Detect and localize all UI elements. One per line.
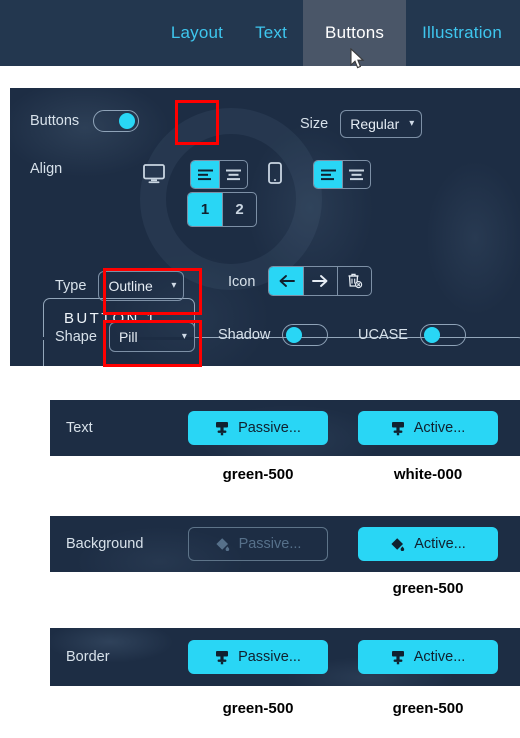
icon-label: Icon bbox=[228, 274, 256, 290]
background-active-color-button[interactable]: Active... bbox=[358, 527, 498, 561]
ucase-label: UCASE bbox=[358, 327, 408, 343]
arrow-right-icon bbox=[312, 275, 328, 287]
nav-tab-text[interactable]: Text bbox=[239, 0, 303, 66]
border-active-color-button[interactable]: Active... bbox=[358, 640, 498, 674]
type-label: Type bbox=[55, 278, 87, 294]
button-count-tab-label: 1 bbox=[200, 201, 210, 218]
mobile-align-center-button[interactable] bbox=[342, 161, 370, 188]
text-active-color-button[interactable]: Active... bbox=[358, 411, 498, 445]
color-button-label: Active... bbox=[413, 420, 466, 436]
shadow-row: Shadow bbox=[218, 324, 329, 346]
size-select[interactable]: Regular ▾ bbox=[340, 110, 423, 138]
button-count-tab-2[interactable]: 2 bbox=[222, 193, 256, 226]
ucase-toggle[interactable] bbox=[419, 324, 466, 346]
ucase-row: UCASE bbox=[358, 324, 466, 346]
nav-tab-layout[interactable]: Layout bbox=[155, 0, 239, 66]
text-active-color-caption: white-000 bbox=[393, 466, 463, 483]
nav-tab-label: Buttons bbox=[325, 23, 385, 42]
text-passive-color-button[interactable]: Passive... bbox=[188, 411, 328, 445]
chevron-down-icon: ▾ bbox=[171, 280, 177, 291]
nav-tab-label: Text bbox=[255, 23, 288, 42]
paint-bucket-icon bbox=[215, 537, 230, 551]
background-active-color-caption: green-500 bbox=[392, 580, 464, 597]
type-row: Type Outline ▾ bbox=[55, 271, 185, 301]
nav-tab-label: Illustration bbox=[422, 23, 502, 42]
color-button-label: Active... bbox=[414, 536, 466, 552]
mobile-align-group bbox=[313, 160, 371, 189]
type-select-value: Outline bbox=[108, 278, 153, 294]
trash-remove-icon bbox=[348, 273, 363, 289]
color-row-background: Background Passive... Active... bbox=[50, 516, 520, 572]
button-count-tabs: 1 2 bbox=[187, 192, 257, 227]
toggle-knob bbox=[286, 327, 303, 343]
align-center-icon bbox=[349, 169, 364, 180]
mobile-align-left-button[interactable] bbox=[314, 161, 342, 188]
buttons-settings-panel: Buttons 1 2 Size Regular ▾ Align BUTTON … bbox=[10, 88, 520, 366]
shape-select-value: Pill bbox=[118, 329, 138, 345]
desktop-align-group bbox=[190, 160, 248, 189]
buttons-toggle[interactable] bbox=[93, 110, 140, 132]
buttons-label: Buttons bbox=[30, 113, 80, 129]
toggle-knob bbox=[423, 327, 440, 343]
shadow-label: Shadow bbox=[218, 327, 271, 343]
chevron-down-icon: ▾ bbox=[181, 331, 187, 342]
desktop-align-left-button[interactable] bbox=[191, 161, 219, 188]
nav-tab-buttons[interactable]: Buttons bbox=[303, 0, 407, 66]
color-row-label: Background bbox=[66, 536, 144, 552]
paint-brush-icon bbox=[215, 421, 229, 436]
size-label: Size bbox=[300, 116, 329, 132]
shadow-toggle[interactable] bbox=[282, 324, 329, 346]
chevron-down-icon: ▾ bbox=[409, 118, 415, 129]
color-row-border: Border Passive... Active... bbox=[50, 628, 520, 686]
border-passive-color-button[interactable]: Passive... bbox=[188, 640, 328, 674]
size-select-value: Regular bbox=[350, 116, 400, 132]
buttons-enable-row: Buttons bbox=[30, 110, 140, 132]
align-label: Align bbox=[30, 161, 63, 177]
top-navigation: Layout Text Buttons Illustration bbox=[0, 0, 520, 66]
type-select[interactable]: Outline ▾ bbox=[98, 271, 185, 301]
color-button-label: Passive... bbox=[238, 536, 302, 552]
icon-option-arrow-right[interactable] bbox=[303, 267, 337, 295]
color-button-label: Active... bbox=[413, 649, 466, 665]
paint-brush-icon bbox=[215, 650, 229, 665]
text-passive-color-caption: green-500 bbox=[222, 466, 294, 483]
align-row: Align bbox=[30, 161, 62, 177]
paint-brush-icon bbox=[391, 421, 405, 436]
background-passive-color-button[interactable]: Passive... bbox=[188, 527, 328, 561]
border-active-color-caption: green-500 bbox=[392, 700, 464, 717]
icon-options-group bbox=[268, 266, 372, 296]
color-row-text: Text Passive... Active... bbox=[50, 400, 520, 456]
size-row: Size Regular ▾ bbox=[300, 110, 423, 138]
button-count-tab-1[interactable]: 1 bbox=[188, 193, 222, 226]
icon-row: Icon bbox=[228, 274, 255, 290]
icon-option-arrow-left[interactable] bbox=[269, 267, 303, 295]
button-count-tab-label: 2 bbox=[235, 201, 244, 218]
monitor-icon bbox=[143, 164, 165, 184]
shape-label: Shape bbox=[55, 329, 97, 345]
border-passive-color-caption: green-500 bbox=[222, 700, 294, 717]
align-left-icon bbox=[320, 169, 336, 180]
app-root: Layout Text Buttons Illustration Buttons… bbox=[0, 0, 520, 738]
desktop-align-center-button[interactable] bbox=[219, 161, 247, 188]
color-row-label: Text bbox=[66, 420, 93, 436]
nav-tab-illustration[interactable]: Illustration bbox=[406, 0, 520, 66]
color-row-label: Border bbox=[66, 649, 110, 665]
paint-bucket-icon bbox=[390, 537, 405, 551]
icon-option-none[interactable] bbox=[337, 267, 371, 295]
toggle-knob bbox=[119, 113, 136, 129]
nav-tab-label: Layout bbox=[170, 23, 224, 42]
shape-row: Shape Pill ▾ bbox=[55, 322, 195, 352]
shape-select[interactable]: Pill ▾ bbox=[108, 322, 195, 352]
align-center-icon bbox=[226, 169, 241, 180]
arrow-left-icon bbox=[279, 275, 295, 287]
mobile-phone-icon bbox=[268, 162, 282, 184]
color-button-label: Passive... bbox=[238, 649, 301, 665]
color-button-label: Passive... bbox=[238, 420, 301, 436]
align-left-icon bbox=[197, 169, 213, 180]
paint-brush-icon bbox=[391, 650, 405, 665]
